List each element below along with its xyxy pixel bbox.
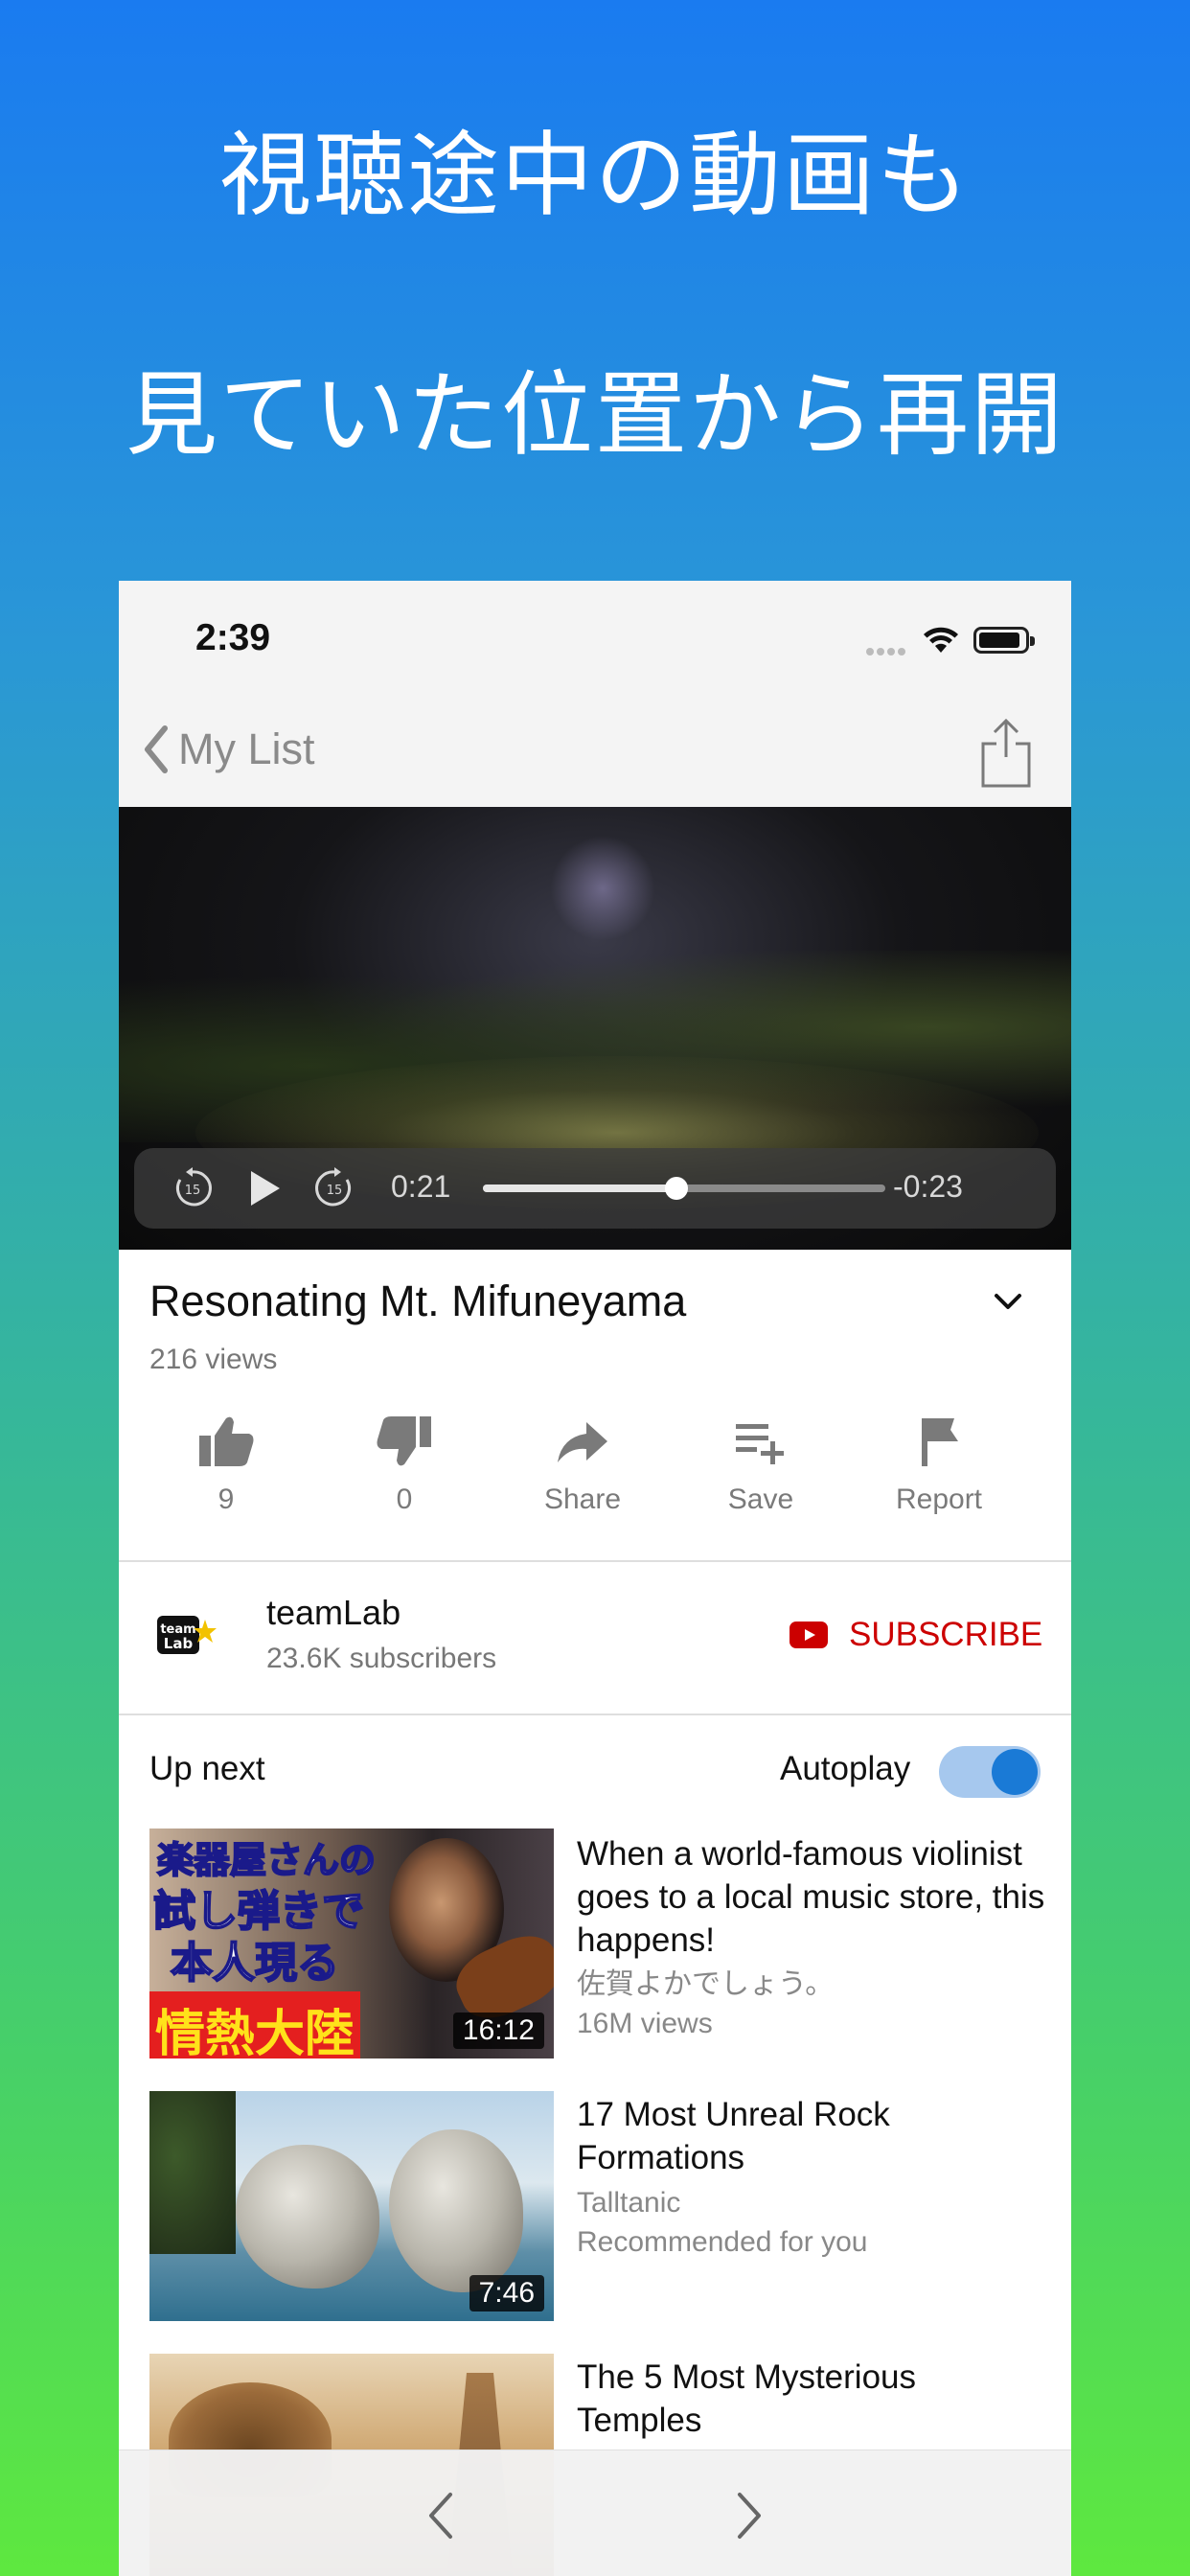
divider	[119, 1560, 1071, 1562]
save-label: Save	[727, 1484, 794, 1515]
autoplay-toggle[interactable]	[939, 1746, 1041, 1798]
status-bar: 2:39	[119, 581, 1071, 694]
video-channel: 佐賀よかでしょう。	[577, 1968, 835, 2000]
remaining-time: -0:23	[893, 1169, 963, 1204]
up-next-heading: Up next	[149, 1750, 265, 1787]
chevron-down-icon[interactable]	[991, 1290, 1025, 1313]
rewind-15-icon[interactable]: 15	[171, 1166, 215, 1210]
video-title: Resonating Mt. Mifuneyama	[149, 1276, 687, 1325]
thumbnail-caption: 本人現る	[170, 1938, 340, 1989]
seek-bar-knob[interactable]	[664, 1177, 688, 1200]
video-views: 16M views	[577, 2008, 713, 2039]
thumbs-down-icon	[377, 1416, 431, 1466]
player-controls: 15 15 0:21 -0:23	[134, 1148, 1056, 1229]
share-button[interactable]: Share	[506, 1413, 659, 1516]
cellular-signal-icon	[866, 643, 908, 660]
thumbnail-caption: 楽器屋さんの	[156, 1838, 377, 1882]
bottom-toolbar	[119, 2450, 1071, 2576]
video-recommendation: Recommended for you	[577, 2226, 868, 2258]
back-button-label: My List	[178, 724, 315, 773]
youtube-logo-icon	[790, 1622, 828, 1648]
view-count: 216 views	[149, 1344, 278, 1375]
navigation-bar: My List	[119, 694, 1071, 807]
forward-15-icon[interactable]: 15	[312, 1166, 356, 1210]
wifi-icon	[924, 627, 958, 653]
video-title-link[interactable]: 17 Most Unreal Rock Formations	[577, 2093, 1046, 2179]
phone-screen: 2:39 My List 15 15 0:21 -0:23 Resonating…	[119, 581, 1071, 2576]
thumbs-up-icon	[199, 1416, 254, 1466]
report-button[interactable]: Report	[862, 1413, 1016, 1516]
battery-icon	[973, 627, 1035, 654]
add-to-playlist-icon	[736, 1424, 784, 1464]
channel-subscribers: 23.6K subscribers	[266, 1643, 497, 1674]
like-count: 9	[217, 1484, 235, 1515]
subscribe-button[interactable]: SUBSCRIBE	[790, 1616, 1042, 1654]
chevron-right-icon[interactable]	[732, 2491, 767, 2541]
svg-text:15: 15	[327, 1184, 343, 1198]
video-title-link[interactable]: When a world-famous violinist goes to a …	[577, 1832, 1046, 1962]
flag-icon	[922, 1418, 958, 1466]
video-duration: 7:46	[469, 2275, 544, 2312]
svg-text:Lab: Lab	[164, 1635, 194, 1652]
share-icon[interactable]	[977, 715, 1035, 792]
dislike-count: 0	[396, 1484, 413, 1515]
current-time: 0:21	[391, 1169, 451, 1204]
video-player[interactable]: 15 15 0:21 -0:23	[119, 807, 1071, 1250]
thumbnail-cliff	[149, 2091, 236, 2254]
thumbnail-rock	[236, 2145, 379, 2288]
share-label: Share	[543, 1484, 622, 1515]
back-button[interactable]: My List	[140, 721, 315, 778]
action-row: 9 0 Share Save Report	[149, 1413, 1041, 1537]
chevron-left-icon	[145, 725, 168, 773]
subscribe-label: SUBSCRIBE	[849, 1616, 1043, 1653]
like-button[interactable]: 9	[149, 1413, 303, 1516]
chevron-left-icon[interactable]	[423, 2491, 458, 2541]
divider	[119, 1714, 1071, 1715]
status-time: 2:39	[195, 617, 271, 658]
share-arrow-icon	[558, 1422, 607, 1462]
svg-text:15: 15	[185, 1184, 201, 1198]
headline-line-1: 視聴途中の動画も	[219, 122, 971, 229]
video-title-link[interactable]: The 5 Most Mysterious Temples	[577, 2356, 1046, 2442]
video-channel: Talltanic	[577, 2187, 681, 2219]
channel-name[interactable]: teamLab	[266, 1593, 400, 1633]
report-label: Report	[895, 1484, 983, 1515]
video-thumbnail[interactable]: 7:46	[149, 2091, 554, 2321]
channel-avatar[interactable]: team Lab	[149, 1598, 220, 1669]
video-duration: 16:12	[452, 2012, 544, 2049]
thumbnail-rock	[389, 2129, 523, 2292]
play-icon[interactable]	[245, 1167, 284, 1209]
video-frame-light	[550, 836, 655, 941]
seek-bar-progress	[483, 1184, 676, 1192]
autoplay-label: Autoplay	[780, 1750, 911, 1787]
dislike-button[interactable]: 0	[328, 1413, 481, 1516]
save-button[interactable]: Save	[684, 1413, 837, 1516]
headline-line-2: 見ていた位置から再開	[126, 361, 1064, 469]
video-thumbnail[interactable]: 楽器屋さんの 試し弾きで 本人現る 情熱大陸 16:12	[149, 1828, 554, 2058]
thumbnail-caption: 情熱大陸	[149, 1991, 361, 2058]
